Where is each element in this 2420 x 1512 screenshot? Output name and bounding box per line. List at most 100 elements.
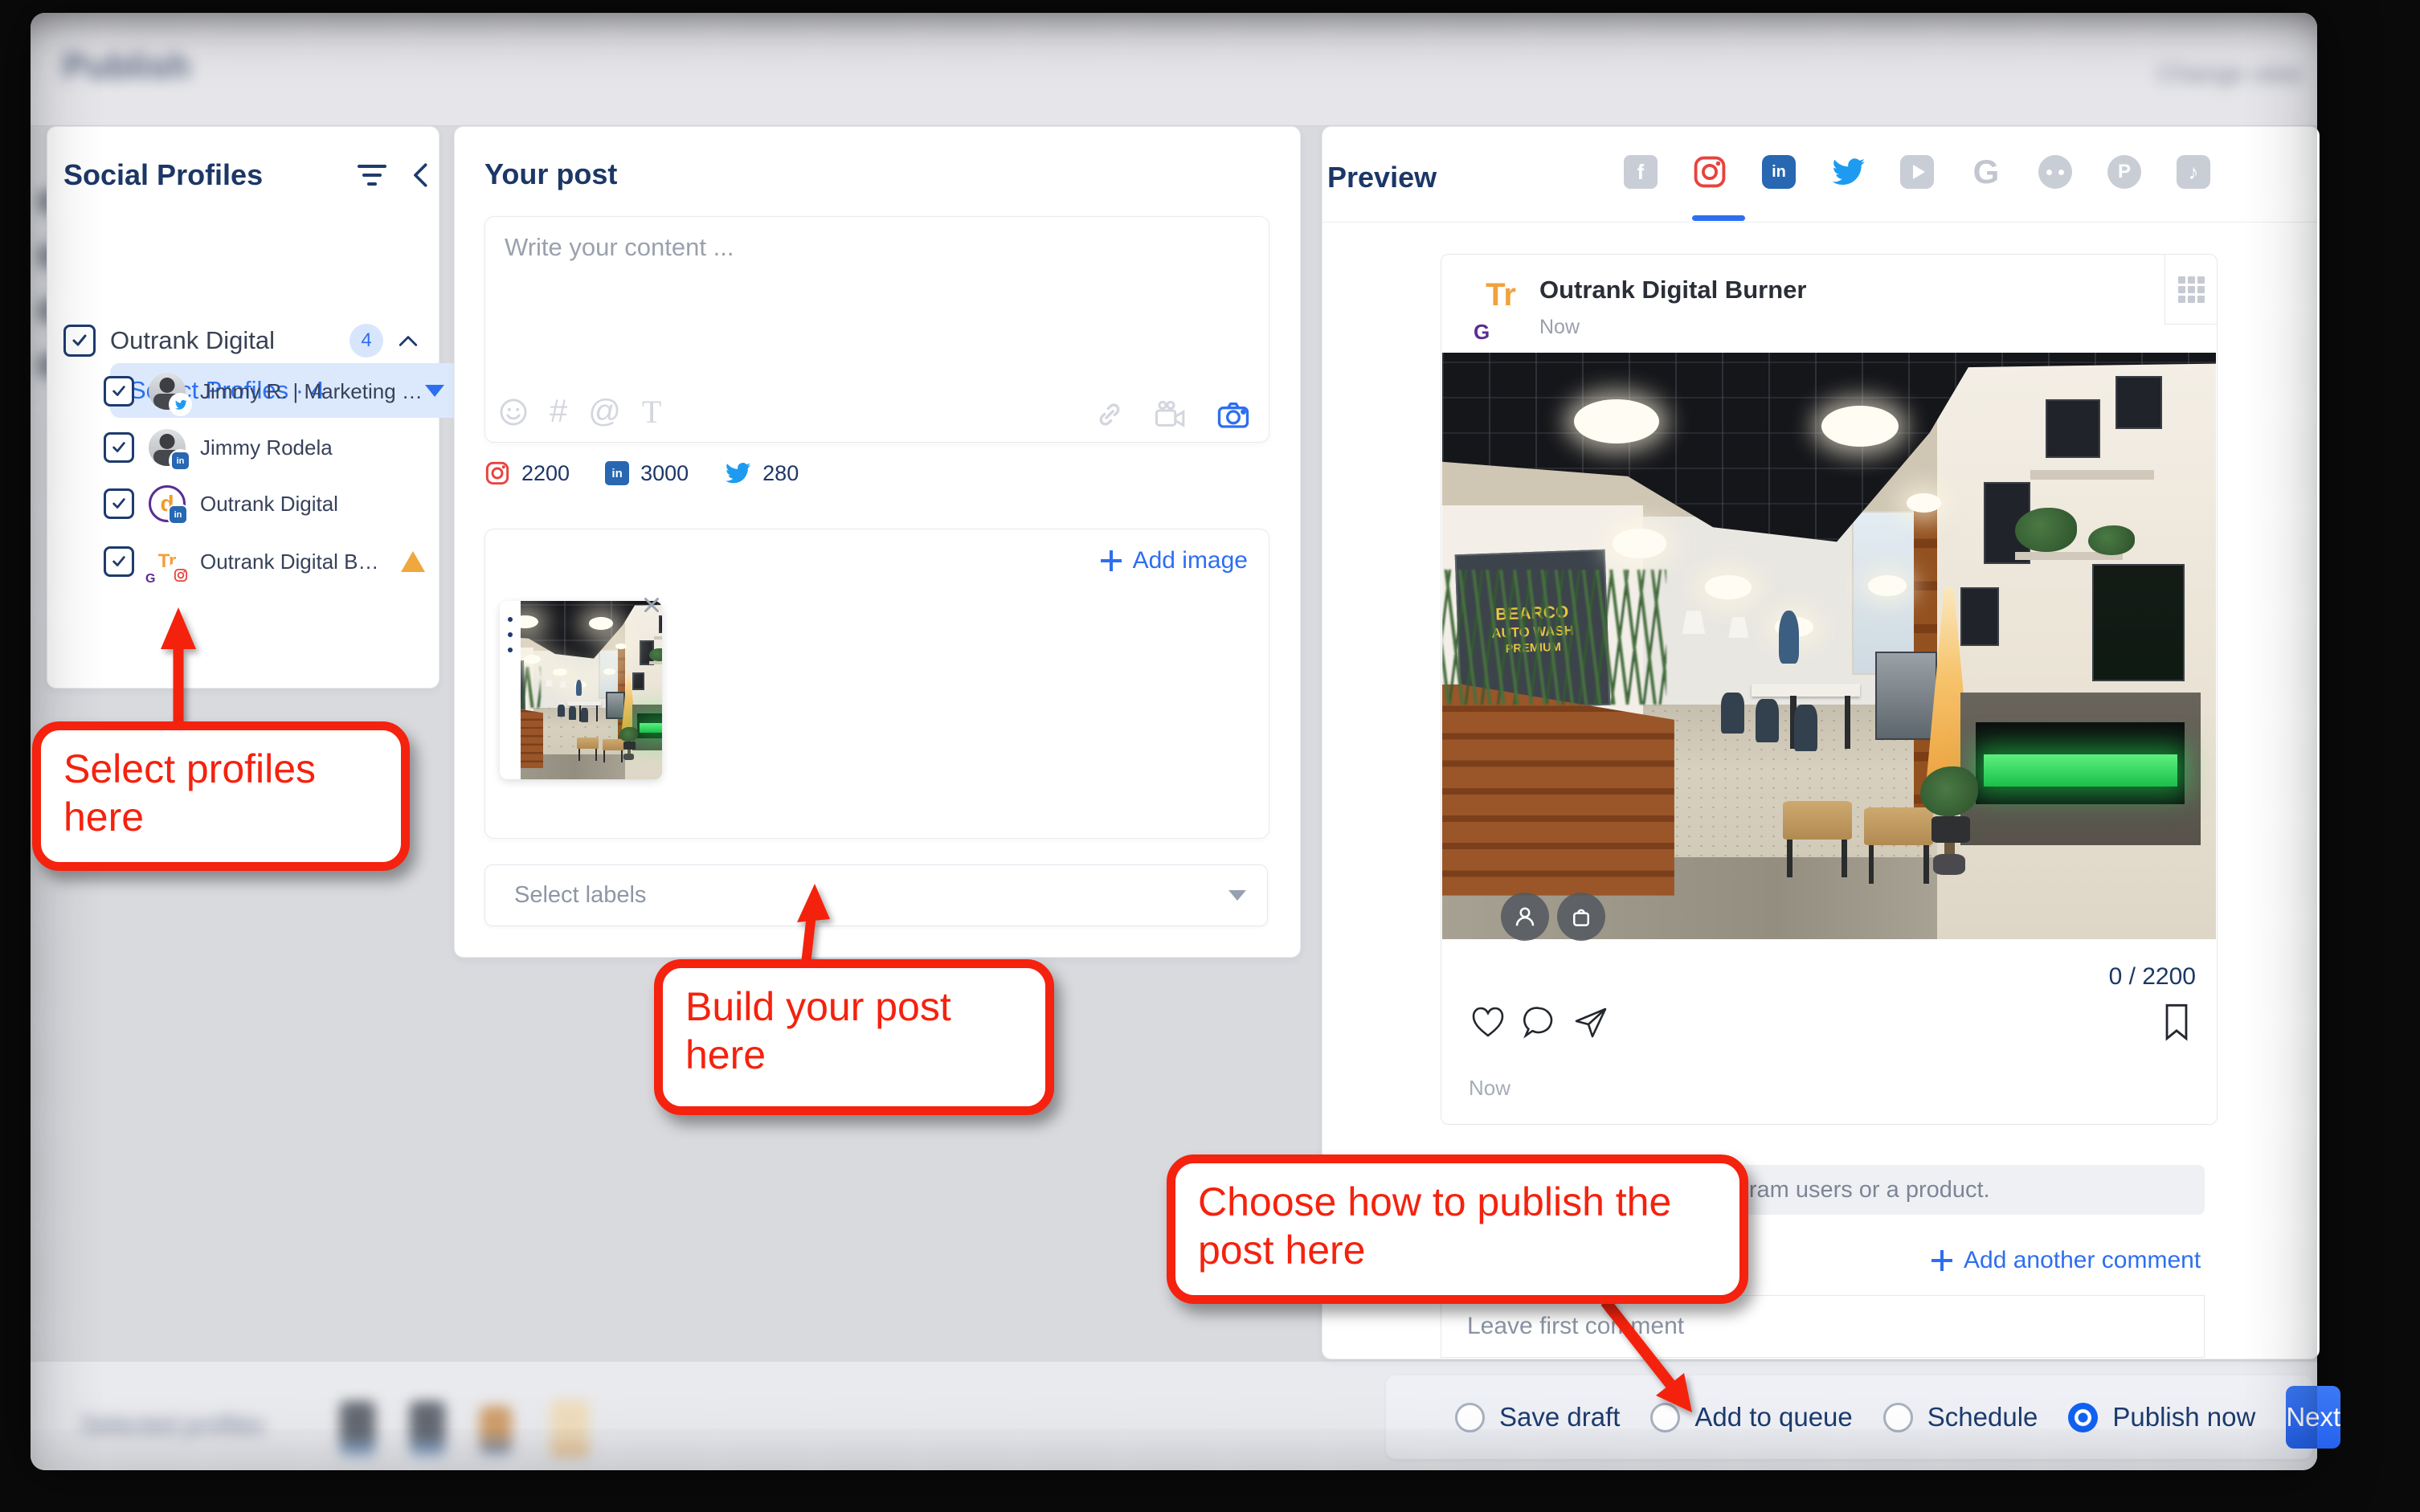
publish-now-option[interactable]: Publish now: [2068, 1402, 2255, 1432]
avatar: in: [149, 429, 186, 466]
photo-detail: [649, 661, 662, 664]
tab-google[interactable]: G: [1968, 154, 2004, 190]
hashtag-icon[interactable]: #: [550, 394, 567, 430]
radio-selected-icon[interactable]: [2068, 1403, 2098, 1432]
tab-youtube[interactable]: [1899, 154, 1935, 190]
mention-icon[interactable]: @: [588, 394, 621, 430]
photo-detail: [1875, 652, 1937, 740]
tab-twitter[interactable]: [1830, 154, 1866, 190]
chevron-down-icon: [425, 385, 444, 397]
editor-media-toolbar: [1093, 398, 1251, 431]
avatar-logo: Tr G: [149, 543, 186, 580]
photo-detail: [1442, 570, 1666, 705]
youtube-icon: [1900, 155, 1934, 189]
text-format-icon[interactable]: T: [642, 393, 661, 431]
photo-detail: [1923, 845, 1929, 883]
video-icon[interactable]: [1153, 398, 1188, 431]
preview-network-tabs: f in G P ♪: [1623, 154, 2211, 190]
post-content-input[interactable]: [503, 231, 1245, 379]
collapse-panel-icon[interactable]: [407, 159, 435, 191]
editor-toolbar: # @ T: [498, 393, 661, 431]
add-image-button[interactable]: Add image: [1101, 547, 1248, 574]
thumbnail-photo: BEARCO AUTO WASH PREMIUM: [521, 601, 662, 779]
profile-row-jimmy-rodela[interactable]: in Jimmy Rodela: [104, 425, 425, 470]
photo-detail: [640, 723, 662, 733]
camera-icon[interactable]: [1216, 398, 1251, 431]
profile-checkbox[interactable]: [104, 488, 134, 519]
tab-facebook[interactable]: f: [1623, 154, 1658, 190]
photo-detail: [619, 727, 638, 742]
profile-checkbox[interactable]: [104, 376, 134, 407]
profile-name: Jimmy Rodela: [200, 435, 425, 460]
photo-detail: [1920, 766, 1978, 816]
photo-detail: [621, 750, 623, 762]
chevron-up-icon[interactable]: [398, 333, 419, 349]
share-icon: [1572, 1003, 1610, 1042]
photo-detail: [2046, 399, 2099, 458]
photo-detail: [623, 754, 634, 760]
drag-handle-icon[interactable]: [500, 601, 521, 779]
group-checkbox[interactable]: [63, 325, 96, 357]
instagram-preview-card: Tr G Outrank Digital Burner Now BEARCO A…: [1441, 254, 2218, 1125]
linkedin-icon: in: [605, 461, 629, 485]
photo-detail: [595, 749, 597, 760]
profile-checkbox[interactable]: [104, 546, 134, 577]
add-to-queue-option[interactable]: Add to queue: [1650, 1402, 1852, 1432]
profile-row-jimmy-r[interactable]: Jimmy R. | Marketing Co...: [104, 369, 425, 414]
radio-icon[interactable]: [1883, 1403, 1913, 1432]
first-comment-input[interactable]: [1441, 1296, 2204, 1357]
tab-tiktok[interactable]: ♪: [2176, 154, 2211, 190]
photo-detail: [1574, 399, 1659, 443]
profile-group-row[interactable]: Outrank Digital 4: [63, 321, 419, 361]
tag-product-button[interactable]: [1557, 893, 1605, 941]
photo-detail: [1845, 696, 1851, 749]
pinterest-icon: P: [2107, 155, 2141, 189]
profile-checkbox[interactable]: [104, 432, 134, 463]
photo-detail: [578, 749, 580, 760]
profile-row-outrank-digital[interactable]: d in Outrank Digital: [104, 481, 425, 526]
preview-title: Preview: [1327, 161, 1437, 194]
select-labels-dropdown[interactable]: Select labels: [484, 864, 1268, 926]
photo-detail: [654, 636, 662, 640]
social-profiles-panel: Social Profiles Select Profiles · 4 Outr…: [47, 126, 439, 689]
emoji-icon[interactable]: [498, 397, 529, 427]
next-button[interactable]: Next: [2286, 1386, 2340, 1449]
reddit-icon: [2038, 155, 2072, 189]
grid-view-button[interactable]: [2165, 255, 2217, 325]
photo-detail: [1864, 807, 1934, 845]
linkedin-badge-icon: in: [170, 451, 190, 471]
chevron-down-icon: [1228, 890, 1246, 901]
radio-icon[interactable]: [1650, 1403, 1680, 1432]
tag-people-button[interactable]: [1501, 893, 1549, 941]
tab-reddit[interactable]: [2038, 154, 2073, 190]
profile-row-outrank-digital-burner[interactable]: Tr G Outrank Digital Burner: [104, 539, 425, 584]
photo-detail: [596, 705, 598, 721]
photo-detail: [1869, 845, 1874, 883]
account-avatar-logo: Tr G: [1475, 269, 1527, 321]
filter-icon[interactable]: [358, 165, 386, 186]
photo-detail: [659, 615, 662, 633]
app-header-dimmed: [31, 13, 2317, 126]
photo-detail: [1779, 611, 1799, 664]
link-icon[interactable]: [1093, 398, 1126, 431]
tab-instagram[interactable]: [1692, 154, 1727, 190]
photo-detail: [1907, 493, 1941, 512]
like-icon: [1469, 1003, 1507, 1042]
annotation-select-profiles: Select profiles here: [32, 721, 410, 871]
post-time: Now: [1539, 316, 1580, 339]
change-view-button-blurred: Change view: [2157, 59, 2301, 88]
photo-detail: [521, 667, 541, 708]
photo-detail: [524, 655, 541, 664]
tab-pinterest[interactable]: P: [2107, 154, 2142, 190]
radio-icon[interactable]: [1455, 1403, 1485, 1432]
attached-image-thumbnail[interactable]: BEARCO AUTO WASH PREMIUM: [500, 601, 662, 779]
schedule-option[interactable]: Schedule: [1883, 1402, 2038, 1432]
remove-image-icon[interactable]: [640, 593, 664, 617]
twitter-icon: [724, 460, 751, 487]
tab-linkedin[interactable]: in: [1761, 154, 1797, 190]
photo-detail: [1721, 693, 1744, 734]
character-limits-row: 2200 in 3000 280: [484, 460, 799, 487]
instagram-badge-icon: [170, 565, 190, 585]
save-draft-option[interactable]: Save draft: [1455, 1402, 1620, 1432]
add-another-comment-button[interactable]: Add another comment: [1932, 1247, 2201, 1274]
